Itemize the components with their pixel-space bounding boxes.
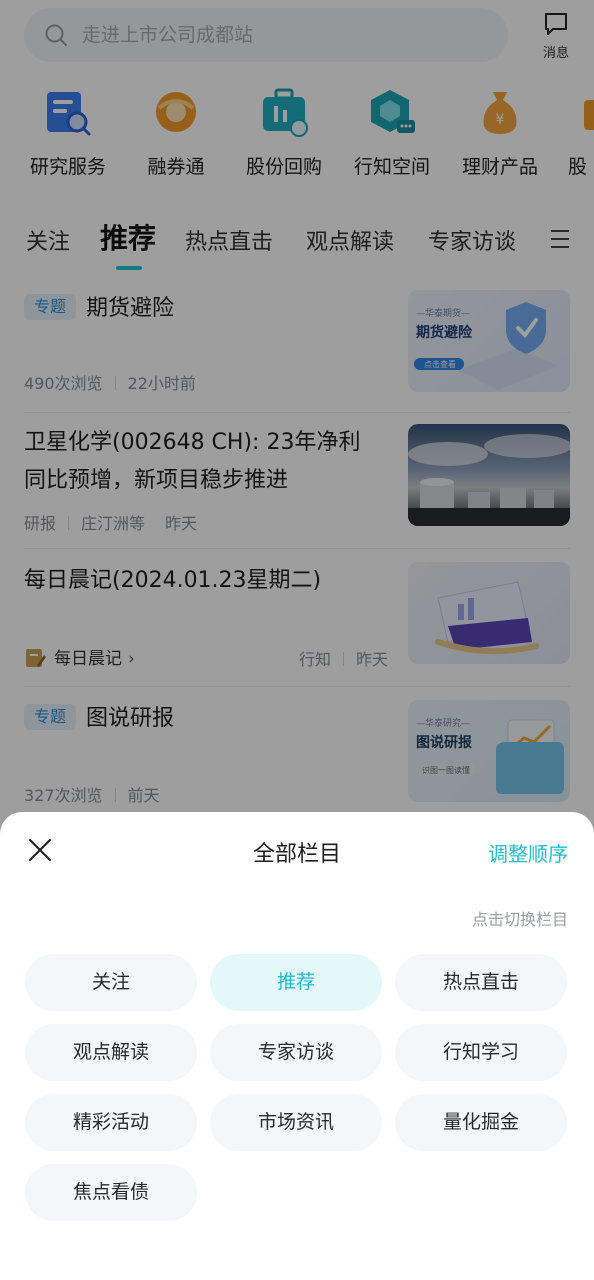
channel-chip-recommend[interactable]: 推荐 xyxy=(210,954,382,1011)
channel-chip-quant[interactable]: 量化掘金 xyxy=(395,1094,567,1151)
reorder-button[interactable]: 调整顺序 xyxy=(488,838,568,867)
channel-chip-follow[interactable]: 关注 xyxy=(25,954,197,1011)
channel-chip-viewpoints[interactable]: 观点解读 xyxy=(25,1024,197,1081)
channel-chip-market-news[interactable]: 市场资讯 xyxy=(210,1094,382,1151)
channel-chip-bonds[interactable]: 焦点看债 xyxy=(25,1164,197,1221)
channel-chip-hot-topics[interactable]: 热点直击 xyxy=(395,954,567,1011)
all-channels-sheet: 全部栏目 调整顺序 点击切换栏目 关注 推荐 热点直击 观点解读 专家访谈 行知… xyxy=(0,812,594,1280)
switch-hint: 点击切换栏目 xyxy=(471,910,568,929)
channel-chip-expert-interviews[interactable]: 专家访谈 xyxy=(210,1024,382,1081)
channel-chip-xingzhi-learning[interactable]: 行知学习 xyxy=(395,1024,567,1081)
channel-chip-events[interactable]: 精彩活动 xyxy=(25,1094,197,1151)
